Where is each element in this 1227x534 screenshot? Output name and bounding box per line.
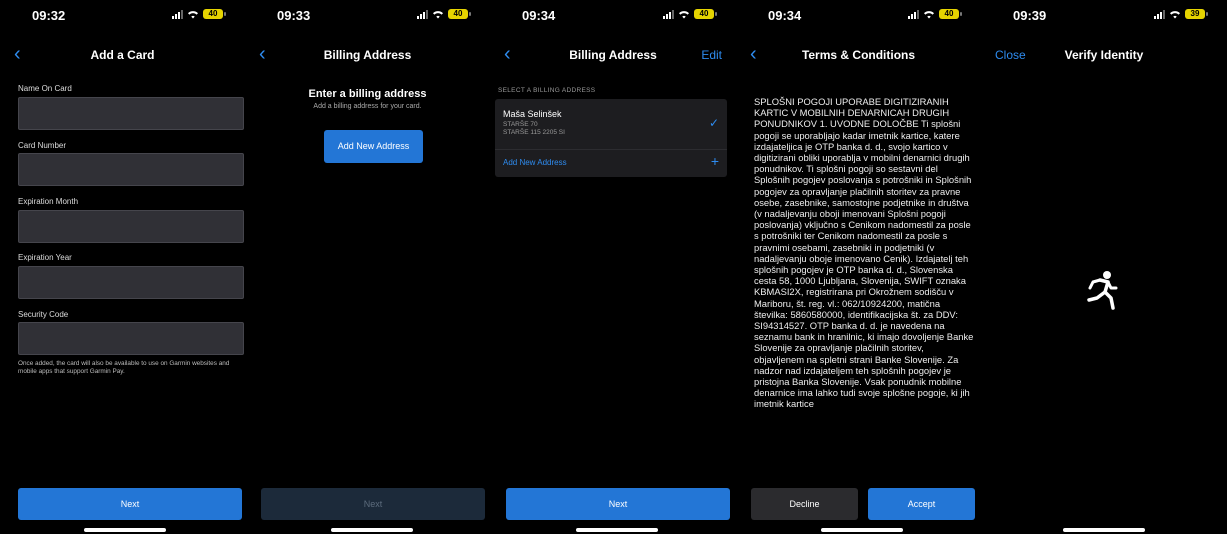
verify-identity-screen: 09:39 39 Close Verify Identity	[981, 0, 1227, 534]
next-button[interactable]: Next	[18, 488, 242, 520]
status-time: 09:32	[32, 8, 66, 23]
expiration-month-label: Expiration Month	[18, 197, 79, 206]
edit-button[interactable]: Edit	[701, 48, 722, 62]
status-time: 09:34	[768, 8, 802, 23]
home-indicator	[821, 528, 903, 532]
status-time: 09:34	[522, 8, 556, 23]
page-title: Verify Identity	[1064, 48, 1144, 62]
address-line2: STARŠE 115 2205 SI	[503, 129, 565, 136]
signal-icon	[908, 9, 919, 19]
terms-text[interactable]: SPLOŠNI POGOJI UPORABE DIGITIZIRANIH KAR…	[754, 96, 976, 472]
battery-icon: 40	[694, 9, 717, 19]
card-number-field[interactable]	[18, 153, 244, 186]
wifi-icon	[924, 11, 934, 19]
billing-heading: Enter a billing address	[308, 88, 427, 100]
section-label: SELECT A BILLING ADDRESS	[498, 87, 596, 94]
battery-icon: 40	[448, 9, 471, 19]
decline-button[interactable]: Decline	[751, 488, 858, 520]
accept-button[interactable]: Accept	[868, 488, 975, 520]
page-title: Add a Card	[90, 48, 155, 62]
billing-subheading: Add a billing address for your card.	[313, 103, 422, 110]
status-time: 09:33	[277, 8, 311, 23]
nav-bar: ‹ Add a Card	[0, 42, 245, 70]
terms-screen: 09:34 40 ‹ Terms & Conditions SPLOŠNI PO…	[736, 0, 981, 534]
security-code-field[interactable]	[18, 322, 244, 355]
plus-icon: +	[710, 153, 719, 169]
address-card: Maša Selinšek STARŠE 70 STARŠE 115 2205 …	[495, 99, 727, 177]
page-title: Terms & Conditions	[801, 48, 916, 62]
nav-bar: ‹ Terms & Conditions	[736, 42, 981, 70]
next-button[interactable]: Next	[506, 488, 730, 520]
wifi-icon	[679, 11, 689, 19]
running-person-icon	[1087, 271, 1118, 310]
wifi-icon	[1170, 11, 1180, 19]
garmin-pay-note: Once added, the card will also be availa…	[18, 360, 230, 375]
expiration-month-field[interactable]	[18, 210, 244, 243]
expiration-year-label: Expiration Year	[18, 253, 72, 262]
status-bar: 09:39 39	[981, 6, 1227, 24]
status-bar: 09:34 40	[736, 6, 981, 24]
home-indicator	[576, 528, 658, 532]
battery-icon: 40	[939, 9, 962, 19]
add-new-address-link: Add New Address	[503, 158, 567, 167]
address-line1: STARŠE 70	[503, 121, 538, 128]
nav-bar: ‹ Billing Address	[245, 42, 490, 70]
status-time: 09:39	[1013, 8, 1047, 23]
signal-icon	[172, 9, 183, 19]
card-number-label: Card Number	[18, 141, 67, 150]
battery-icon: 40	[203, 9, 226, 19]
nav-bar: Close Verify Identity	[981, 42, 1227, 70]
status-bar: 09:33 40	[245, 6, 490, 24]
status-bar: 09:34 40	[490, 6, 736, 24]
billing-address-empty-screen: 09:33 40 ‹ Billing Address Enter a billi…	[245, 0, 490, 534]
battery-icon: 39	[1185, 9, 1208, 19]
add-new-address-button[interactable]: Add New Address	[324, 130, 423, 163]
home-indicator	[84, 528, 166, 532]
add-card-screen: 09:32 40 ‹ Add a Card Name On Card Card …	[0, 0, 245, 534]
status-bar: 09:32 40	[0, 6, 245, 24]
name-on-card-field[interactable]	[18, 97, 244, 130]
signal-icon	[417, 9, 428, 19]
expiration-year-field[interactable]	[18, 266, 244, 299]
security-code-label: Security Code	[18, 310, 69, 319]
wifi-icon	[433, 11, 443, 19]
name-on-card-label: Name On Card	[18, 84, 72, 93]
page-title: Billing Address	[569, 48, 657, 62]
address-name: Maša Selinšek	[503, 109, 562, 119]
signal-icon	[663, 9, 674, 19]
checkmark-icon: ✓	[708, 116, 719, 130]
next-button[interactable]: Next	[261, 488, 485, 520]
address-row[interactable]: Maša Selinšek STARŠE 70 STARŠE 115 2205 …	[495, 99, 727, 150]
add-new-address-row[interactable]: Add New Address +	[495, 150, 727, 177]
signal-icon	[1154, 9, 1165, 19]
nav-bar: ‹ Billing Address Edit	[490, 42, 736, 70]
home-indicator	[331, 528, 413, 532]
wifi-icon	[188, 11, 198, 19]
page-title: Billing Address	[323, 48, 412, 62]
billing-address-select-screen: 09:34 40 ‹ Billing Address Edit SELECT A…	[490, 0, 736, 534]
home-indicator	[1063, 528, 1145, 532]
